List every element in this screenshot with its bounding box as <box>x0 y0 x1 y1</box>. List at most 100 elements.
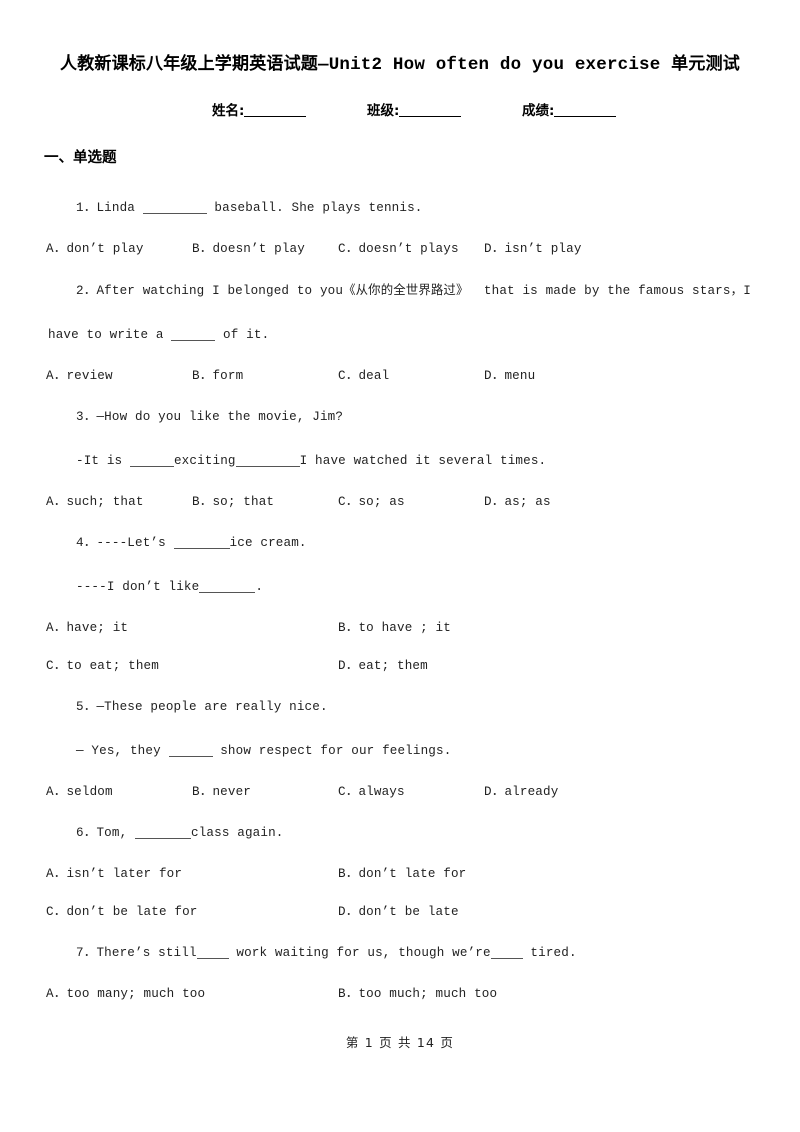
question-7-stem-pre: 7．There’s still <box>76 946 197 960</box>
question-5-option-a[interactable]: A．seldom <box>46 773 113 811</box>
question-3-option-a[interactable]: A．such; that <box>46 483 144 521</box>
question-1: 1．Linda baseball. She plays tennis. A．do… <box>46 186 754 268</box>
question-6-option-c[interactable]: C．don’t be late for <box>46 893 197 931</box>
identity-row: 姓名: 班级: 成绩: <box>40 99 760 123</box>
question-4-options-row2: C．to eat; them D．eat; them <box>46 647 754 685</box>
question-4-option-a[interactable]: A．have; it <box>46 609 128 647</box>
question-4-options-row1: A．have; it B．to have ; it <box>46 609 754 647</box>
question-5-stem-line1: 5．—These people are really nice. <box>76 700 328 714</box>
question-2-stem-line1: 2．After watching I belonged to you《从你的全世… <box>48 268 754 313</box>
question-5-option-b[interactable]: B．never <box>192 773 251 811</box>
questions-container: 1．Linda baseball. She plays tennis. A．do… <box>46 186 754 1013</box>
question-4-option-b[interactable]: B．to have ; it <box>338 609 451 647</box>
page-title-dash: — <box>318 55 329 75</box>
question-2-option-b[interactable]: B．form <box>192 357 243 395</box>
question-4-blank-2[interactable] <box>199 581 256 593</box>
question-6-options-row1: A．isn’t later for B．don’t late for <box>46 855 754 893</box>
student-name-label: 姓名: <box>212 103 245 119</box>
student-name-field: 姓名: <box>212 99 307 119</box>
question-3-option-d[interactable]: D．as; as <box>484 483 551 521</box>
question-5-blank[interactable] <box>168 745 213 757</box>
question-7-option-b[interactable]: B．too much; much too <box>338 975 497 1013</box>
question-5-option-d[interactable]: D．already <box>484 773 558 811</box>
question-6-option-a[interactable]: A．isn’t later for <box>46 855 182 893</box>
question-5-option-c[interactable]: C．always <box>338 773 405 811</box>
page-title: 人教新课标八年级上学期英语试题—Unit2 How often do you e… <box>40 49 760 75</box>
question-4-stem-line1: 4．----Let’s ice cream. <box>48 521 754 565</box>
question-3-line2-pre: -It is <box>76 454 130 468</box>
page-footer: 第 1 页 共 14 页 <box>345 1035 455 1050</box>
student-class-field: 班级: <box>367 99 462 119</box>
question-1-stem-pre: 1．Linda <box>76 201 143 215</box>
question-6-stem-post: class again. <box>191 826 284 840</box>
question-6-option-b[interactable]: B．don’t late for <box>338 855 466 893</box>
question-3-options: A．such; that B．so; that C．so; as D．as; a… <box>46 483 754 521</box>
question-4-line1-pre: 4．----Let’s <box>76 536 174 550</box>
question-3-blank-1[interactable] <box>129 455 174 467</box>
question-2-stem-post: that is made by the famous stars，I <box>483 284 752 298</box>
question-3-option-c[interactable]: C．so; as <box>338 483 405 521</box>
question-4-option-c[interactable]: C．to eat; them <box>46 647 159 685</box>
student-class-label: 班级: <box>367 103 400 119</box>
question-6-options-row2: C．don’t be late for D．don’t be late <box>46 893 754 931</box>
question-1-option-a[interactable]: A．don’t play <box>46 230 144 268</box>
question-6-blank[interactable] <box>135 827 191 839</box>
question-7-blank-2[interactable] <box>490 947 523 959</box>
question-7-stem-mid: work waiting for us, though we’re <box>228 946 491 960</box>
question-5-line2-pre: — Yes, they <box>76 744 169 758</box>
page-title-cjk-suffix: 单元测试 <box>671 54 740 74</box>
question-6: 6．Tom, class again. A．isn’t later for B．… <box>46 811 754 931</box>
question-2: 2．After watching I belonged to you《从你的全世… <box>46 268 754 395</box>
question-7: 7．There’s still work waiting for us, tho… <box>46 931 754 1013</box>
question-5-line2-post: show respect for our feelings. <box>212 744 452 758</box>
question-4-line2-pre: ----I don’t like <box>76 580 200 594</box>
question-5: 5．—These people are really nice. — Yes, … <box>46 685 754 811</box>
question-2-option-c[interactable]: C．deal <box>338 357 389 395</box>
question-2-blank[interactable] <box>171 329 216 341</box>
student-class-blank[interactable] <box>399 103 462 117</box>
question-2-line2-pre: have to write a <box>48 328 172 342</box>
question-4-line1-post: ice cream. <box>229 536 307 550</box>
question-7-stem: 7．There’s still work waiting for us, tho… <box>48 931 754 975</box>
question-3-line2-mid: exciting <box>173 454 236 468</box>
question-2-option-d[interactable]: D．menu <box>484 357 535 395</box>
section-heading-1: 一、单选题 <box>44 150 117 166</box>
question-2-stem-pre: 2．After watching I belonged to you <box>76 284 344 298</box>
question-2-book-title: 《从你的全世界路过》 <box>343 282 469 297</box>
question-6-option-d[interactable]: D．don’t be late <box>338 893 459 931</box>
question-3: 3．—How do you like the movie, Jim? -It i… <box>46 395 754 521</box>
question-2-stem-line2: have to write a of it. <box>48 313 754 357</box>
question-3-blank-2[interactable] <box>235 455 300 467</box>
question-1-blank[interactable] <box>142 202 207 214</box>
question-5-stem-line2: — Yes, they show respect for our feeling… <box>48 729 754 773</box>
question-4-stem-line2: ----I don’t like. <box>48 565 754 609</box>
student-score-field: 成绩: <box>522 99 617 119</box>
question-1-option-d[interactable]: D．isn’t play <box>484 230 582 268</box>
student-name-blank[interactable] <box>244 103 307 117</box>
question-4: 4．----Let’s ice cream. ----I don’t like.… <box>46 521 754 685</box>
question-4-option-d[interactable]: D．eat; them <box>338 647 428 685</box>
question-7-stem-post: tired. <box>522 946 577 960</box>
question-7-option-a[interactable]: A．too many; much too <box>46 975 205 1013</box>
question-2-line2-post: of it. <box>215 328 270 342</box>
question-7-options: A．too many; much too B．too much; much to… <box>46 975 754 1013</box>
question-1-option-c[interactable]: C．doesn’t plays <box>338 230 459 268</box>
question-3-line2-post: I have watched it several times. <box>299 454 547 468</box>
question-1-stem: 1．Linda baseball. She plays tennis. <box>48 186 754 230</box>
question-6-stem: 6．Tom, class again. <box>48 811 754 855</box>
question-7-blank-1[interactable] <box>196 947 229 959</box>
question-3-stem-line2: -It is exciting I have watched it several… <box>48 439 754 483</box>
question-3-option-b[interactable]: B．so; that <box>192 483 274 521</box>
question-2-option-a[interactable]: A．review <box>46 357 113 395</box>
question-2-options: A．review B．form C．deal D．menu <box>46 357 754 395</box>
page-title-cjk-prefix: 人教新课标八年级上学期英语试题 <box>60 54 318 74</box>
student-score-blank[interactable] <box>554 103 617 117</box>
student-score-label: 成绩: <box>522 103 555 119</box>
question-6-stem-pre: 6．Tom, <box>76 826 135 840</box>
question-1-stem-post: baseball. She plays tennis. <box>206 201 423 215</box>
question-1-option-b[interactable]: B．doesn’t play <box>192 230 305 268</box>
question-4-line2-post: . <box>255 580 264 594</box>
question-4-blank-1[interactable] <box>173 537 230 549</box>
question-1-options: A．don’t play B．doesn’t play C．doesn’t pl… <box>46 230 754 268</box>
exam-page: 人教新课标八年级上学期英语试题—Unit2 How often do you e… <box>0 0 800 1132</box>
